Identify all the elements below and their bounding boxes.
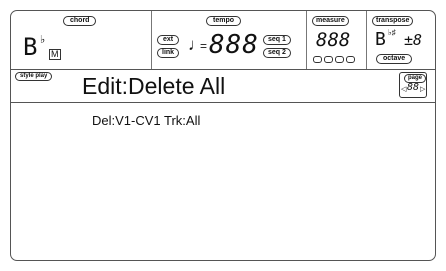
tempo-tag-seq1: seq 1 bbox=[263, 35, 291, 45]
measure-label: measure bbox=[312, 16, 349, 26]
tempo-tag-link: link bbox=[157, 48, 180, 58]
transpose-root: B bbox=[375, 29, 386, 50]
chord-accidental: ♭ bbox=[40, 34, 46, 46]
chord-section: chord B ♭ M bbox=[11, 11, 152, 69]
tempo-section: tempo ext link ♩ = 888 seq 1 seq 2 bbox=[151, 11, 307, 69]
page-prev-arrow-icon: ◁ bbox=[401, 86, 407, 93]
transpose-value: ±8 bbox=[404, 31, 423, 49]
beat-dot bbox=[313, 56, 322, 63]
title-bar: style play Edit:Delete All page ◁ 88 ▷ bbox=[11, 69, 435, 103]
measure-section: measure 888 bbox=[306, 11, 367, 69]
tempo-value: 888 bbox=[209, 30, 259, 60]
delete-parameters[interactable]: Del:V1-CV1 Trk:All bbox=[92, 113, 200, 128]
tempo-tag-ext: ext bbox=[157, 35, 180, 45]
mode-label: style play bbox=[15, 72, 53, 81]
content-area: Del:V1-CV1 Trk:All bbox=[11, 102, 435, 260]
page-title: Edit:Delete All bbox=[82, 73, 226, 99]
transpose-label: transpose bbox=[372, 16, 414, 26]
beat-indicator bbox=[313, 56, 355, 63]
transpose-accidentals: ♭♯ bbox=[388, 28, 396, 37]
page-indicator: page ◁ 88 ▷ bbox=[399, 72, 427, 98]
tempo-tag-seq2: seq 2 bbox=[263, 48, 291, 58]
display-frame: chord B ♭ M tempo ext link ♩ = 888 seq 1… bbox=[10, 10, 436, 261]
page-next-arrow-icon: ▷ bbox=[420, 86, 426, 93]
chord-type-indicator: M bbox=[49, 49, 61, 60]
beat-dot bbox=[324, 56, 333, 63]
octave-label: octave bbox=[376, 54, 413, 64]
tempo-label: tempo bbox=[206, 16, 241, 26]
measure-value: 888 bbox=[316, 29, 351, 51]
beat-dot bbox=[346, 56, 355, 63]
tempo-equals: = bbox=[200, 39, 208, 53]
beat-dot bbox=[335, 56, 344, 63]
chord-label: chord bbox=[63, 16, 97, 26]
page-value: 88 bbox=[407, 82, 420, 93]
chord-root: B bbox=[23, 33, 38, 61]
transpose-section: transpose B ♭♯ ±8 octave bbox=[366, 11, 435, 69]
